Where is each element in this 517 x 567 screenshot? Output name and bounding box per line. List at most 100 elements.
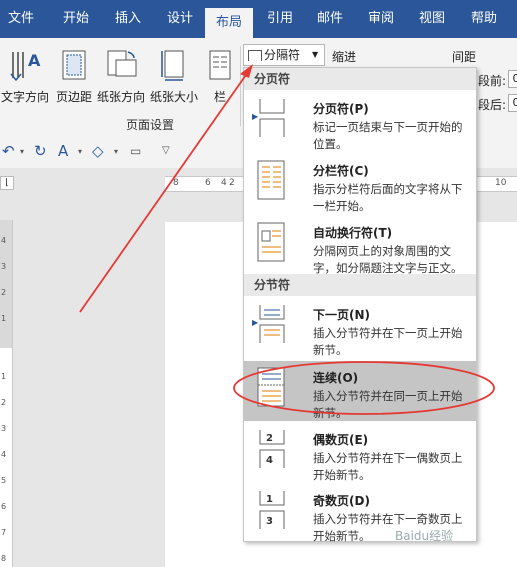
text-wrapping-break-title: 自动换行符(T) [313,226,393,240]
svg-text:2: 2 [266,433,273,444]
ruler-tick-label: 7 [1,528,7,537]
undo-dropdown-icon[interactable]: ▾ [20,147,24,156]
ruler-tick-label: 3 [1,424,7,433]
ribbon-tab-bar: 文件 开始 插入 设计 布局 引用 邮件 审阅 视图 帮助 [0,0,517,38]
ruler-tick-label: 5 [1,476,7,485]
margins-label: 页边距 [55,90,92,104]
margins-icon [62,50,86,80]
shape-icon[interactable]: ◇ [92,142,104,160]
even-page-desc: 插入分节符并在下一偶数页上开始新节。 [313,451,463,482]
customize-toolbar-icon[interactable]: ▽ [162,145,170,156]
svg-text:1: 1 [266,494,273,505]
ruler-tick-label: 6 [1,502,7,511]
column-break-icon [257,160,285,200]
next-page-desc: 插入分节符并在下一页上开始新节。 [313,326,463,357]
tab-file[interactable]: 文件 [0,0,42,38]
vertical-ruler[interactable]: 4 3 2 1 1 2 3 4 5 6 7 8 [0,220,13,567]
section-breaks-section-header: 分节符 [244,274,476,296]
columns-icon [209,50,231,80]
column-break-item[interactable]: 分栏符(C) 指示分栏符后面的文字将从下一栏开始。 [244,154,476,214]
page-break-item[interactable]: ▶ 分页符(P) 标记一页结束与下一页开始的位置。 [244,92,476,152]
tab-insert[interactable]: 插入 [104,0,152,38]
continuous-break-icon [257,367,285,407]
ruler-tick-label: 2 [229,178,235,188]
text-wrapping-break-item[interactable]: 自动换行符(T) 分隔网页上的对象周围的文字，如分隔题注文字与正文。 [244,216,476,276]
margins-button[interactable]: 页边距 [54,48,94,105]
breaks-label: 分隔符 [264,48,301,62]
ruler-tick-label: 1 [1,314,7,323]
size-label: 纸张大小 [149,90,198,104]
breaks-icon [248,50,262,61]
undo-icon[interactable]: ↶ [2,142,15,160]
spacing-label: 间距 [452,50,477,64]
svg-text:4: 4 [266,455,273,466]
tab-review[interactable]: 审阅 [357,0,405,38]
ruler-tick-label: 4 [1,236,7,245]
orientation-icon [107,50,137,77]
next-page-break-icon [259,305,285,343]
page-break-title: 分页符(P) [313,102,369,116]
ruler-tick-label: 2 [1,288,7,297]
ruler-tick-label: 6 [205,178,211,188]
page-breaks-section-header: 分页符 [244,68,476,90]
tab-view[interactable]: 视图 [408,0,456,38]
text-box-icon[interactable]: ▭ [130,144,141,158]
text-direction-icon: A [10,51,41,82]
ruler-tick-label: 4 [221,178,227,188]
breaks-dropdown-menu: 分页符 ▶ 分页符(P) 标记一页结束与下一页开始的位置。 分栏符(C) 指示分… [243,67,477,543]
group-separator [240,46,241,126]
tab-design[interactable]: 设计 [156,0,204,38]
continuous-title: 连续(O) [313,371,359,385]
even-page-title: 偶数页(E) [313,433,369,447]
chevron-down-icon[interactable]: ▾ [114,147,118,156]
next-page-title: 下一页(N) [313,308,371,322]
svg-text:A: A [28,51,41,70]
columns-button[interactable]: 栏 [205,48,235,105]
paper-size-icon [161,50,184,81]
tab-home[interactable]: 开始 [52,0,100,38]
even-page-break-icon: 2 4 [259,430,285,468]
chevron-down-icon[interactable]: ▾ [78,147,82,156]
format-painter-icon[interactable]: A [58,142,68,160]
column-break-desc: 指示分栏符后面的文字将从下一栏开始。 [313,182,463,213]
odd-page-break-icon: 1 3 [259,491,285,529]
page-setup-group-label: 页面设置 [126,118,175,132]
even-page-item[interactable]: 2 4 偶数页(E) 插入分节符并在下一偶数页上开始新节。 [244,423,476,483]
text-wrapping-break-icon [257,222,285,262]
redo-icon[interactable]: ↻ [34,142,47,160]
spacing-after-label: 段后: [478,98,507,112]
ruler-tick-label: 2 [1,398,7,407]
next-page-item[interactable]: ▶ 下一页(N) 插入分节符并在下一页上开始新节。 [244,298,476,358]
breaks-button[interactable]: 分隔符 ▼ [243,44,325,66]
tab-help[interactable]: 帮助 [460,0,508,38]
ruler-tick-label: 4 [1,450,7,459]
spacing-after-input[interactable]: 0 [508,94,517,112]
size-button[interactable]: 纸张大小 [149,48,199,105]
tab-mailings[interactable]: 邮件 [306,0,354,38]
tab-layout[interactable]: 布局 [205,8,253,38]
text-direction-label: 文字方向 [0,90,49,104]
ruler-tick-label: 1 [1,372,7,381]
page-break-icon [259,99,285,137]
text-direction-button[interactable]: A 文字方向 [0,48,50,105]
chevron-down-icon: ▼ [312,50,319,59]
indent-label: 缩进 [332,50,357,64]
ruler-tick-label: 8 [1,554,7,563]
spacing-before-input[interactable]: 0 [508,70,517,88]
text-wrapping-break-desc: 分隔网页上的对象周围的文字，如分隔题注文字与正文。 [313,244,463,275]
ruler-tick-label: 3 [1,262,7,271]
odd-page-title: 奇数页(D) [313,494,370,508]
orientation-label: 纸张方向 [96,90,145,104]
columns-label: 栏 [213,90,226,104]
watermark: Baidu经验 [395,529,454,543]
orientation-button[interactable]: 纸张方向 [96,48,146,105]
ruler-tick-label: 10 [495,178,507,188]
svg-text:3: 3 [266,516,273,527]
column-break-title: 分栏符(C) [313,164,369,178]
continuous-item[interactable]: 连续(O) 插入分节符并在同一页上开始新节。 [244,361,476,421]
spacing-before-label: 段前: [478,74,507,88]
tab-references[interactable]: 引用 [256,0,304,38]
tab-selector[interactable]: ⌊ [0,176,14,190]
continuous-desc: 插入分节符并在同一页上开始新节。 [313,389,463,420]
ruler-tick-label: 8 [173,178,179,188]
